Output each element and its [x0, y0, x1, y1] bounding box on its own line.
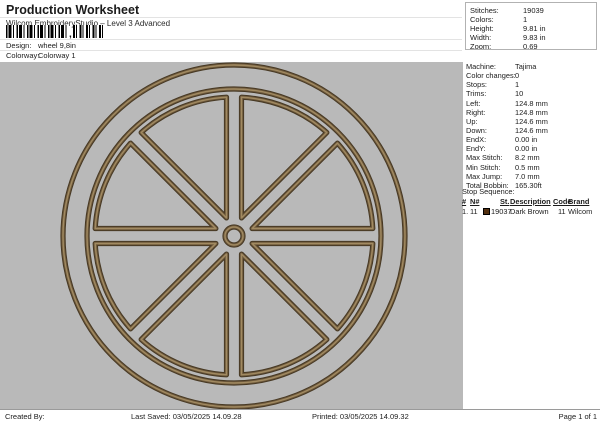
- info-label: Stops:: [466, 80, 487, 89]
- info-label: EndX:: [466, 135, 486, 144]
- summary-label: Colors:: [470, 15, 494, 24]
- summary-row: Zoom: 0.69: [466, 42, 596, 51]
- barcode-bars: [6, 25, 68, 38]
- info-label: Up:: [466, 117, 478, 126]
- summary-value: 9.83 in: [523, 33, 546, 42]
- machine-info-row: Up: 124.6 mm: [466, 117, 598, 126]
- summary-label: Width:: [470, 33, 491, 42]
- info-label: Min Stitch:: [466, 163, 501, 172]
- thread-color-swatch: [483, 208, 490, 215]
- machine-info-row: Trims: 10: [466, 89, 598, 98]
- col-description: Description: [510, 197, 551, 206]
- summary-row: Colors: 1: [466, 15, 596, 24]
- page-title: Production Worksheet: [6, 3, 139, 17]
- machine-info-row: Max Jump: 7.0 mm: [466, 172, 598, 181]
- machine-info-row: EndY: 0.00 in: [466, 144, 598, 153]
- info-label: Right:: [466, 108, 485, 117]
- summary-label: Zoom:: [470, 42, 491, 51]
- col-st: St.: [500, 197, 509, 206]
- machine-info-row: Machine: Tajima: [466, 62, 598, 71]
- cell-num: 1.: [462, 207, 468, 216]
- summary-label: Stitches:: [470, 6, 499, 15]
- barcode-bars: [73, 25, 103, 38]
- info-label: Left:: [466, 99, 480, 108]
- design-label: Design:: [6, 41, 31, 50]
- col-num: #: [462, 197, 466, 206]
- info-value: Tajima: [515, 62, 536, 71]
- info-label: Color changes:: [466, 71, 516, 80]
- machine-info-list: Machine: Tajima Color changes:0 Stops: 1 T…: [466, 62, 598, 190]
- created-by-label: Created By:: [5, 412, 45, 421]
- last-saved-text: Last Saved: 03/05/2025 14.09.28: [131, 412, 242, 421]
- summary-row: Width: 9.83 in: [466, 33, 596, 42]
- info-value: 8.2 mm: [515, 153, 540, 162]
- design-value: wheel 9,8in: [38, 41, 76, 50]
- stop-sequence-row: 1. 11 19037 Dark Brown 11 Wilcom: [461, 207, 599, 217]
- wheel-design-graphic: [0, 62, 463, 409]
- machine-info-row: Stops: 1: [466, 80, 598, 89]
- summary-value: 9.81 in: [523, 24, 546, 33]
- info-value: 0.00 in: [515, 144, 537, 153]
- summary-value: 0.69: [523, 42, 538, 51]
- info-value: 7.0 mm: [515, 172, 540, 181]
- summary-row: Stitches: 19039: [466, 6, 596, 15]
- machine-info-row: EndX: 0.00 in: [466, 135, 598, 144]
- stop-sequence-section: Stop Sequence: # N# St. Description Code…: [461, 187, 599, 217]
- info-value: 1: [515, 80, 519, 89]
- design-summary-box: Stitches: 19039 Colors: 1 Height: 9.81 in W…: [465, 2, 597, 50]
- printed-text: Printed: 03/05/2025 14.09.32: [312, 412, 409, 421]
- cell-brand: Wilcom: [568, 207, 592, 216]
- machine-info-row: Right: 124.8 mm: [466, 108, 598, 117]
- page-number: Page 1 of 1: [559, 412, 597, 421]
- info-label: Trims:: [466, 89, 486, 98]
- info-value: 10: [515, 89, 523, 98]
- colorway-value: Colorway 1: [38, 51, 76, 60]
- production-worksheet-page: Production Worksheet Wilcom EmbroiderySt…: [0, 0, 600, 424]
- info-value: 124.8 mm: [515, 99, 548, 108]
- machine-info-row: Max Stitch: 8.2 mm: [466, 153, 598, 162]
- col-brand: Brand: [568, 197, 589, 206]
- footer-divider: [0, 409, 600, 410]
- stop-sequence-title: Stop Sequence:: [461, 187, 599, 197]
- info-label: EndY:: [466, 144, 486, 153]
- barcode: ,: [6, 25, 103, 38]
- cell-st: 19037: [491, 207, 512, 216]
- summary-row: Height: 9.81 in: [466, 24, 596, 33]
- summary-value: 1: [523, 15, 527, 24]
- col-n: N#: [470, 197, 479, 206]
- summary-label: Height:: [470, 24, 494, 33]
- design-preview-canvas: [0, 62, 463, 409]
- info-value: 124.6 mm: [515, 117, 548, 126]
- machine-info-row: Color changes:0: [466, 71, 598, 80]
- info-label: Max Stitch:: [466, 153, 503, 162]
- summary-value: 19039: [523, 6, 544, 15]
- machine-info-row: Down: 124.6 mm: [466, 126, 598, 135]
- info-value: 124.6 mm: [515, 126, 548, 135]
- stop-sequence-header: # N# St. Description Code Brand: [461, 197, 599, 207]
- divider: [0, 17, 462, 18]
- info-value: 124.8 mm: [515, 108, 548, 117]
- cell-description: Dark Brown: [510, 207, 549, 216]
- info-value: 0: [515, 71, 519, 80]
- cell-code: 11: [558, 207, 566, 216]
- info-label: Down:: [466, 126, 487, 135]
- machine-info-row: Left: 124.8 mm: [466, 99, 598, 108]
- colorway-label: Colorway:: [6, 51, 39, 60]
- info-label: Max Jump:: [466, 172, 502, 181]
- machine-info-row: Min Stitch: 0.5 mm: [466, 163, 598, 172]
- info-label: Machine:: [466, 62, 496, 71]
- cell-n: 11: [470, 207, 478, 216]
- info-value: 0.00 in: [515, 135, 537, 144]
- info-value: 0.5 mm: [515, 163, 540, 172]
